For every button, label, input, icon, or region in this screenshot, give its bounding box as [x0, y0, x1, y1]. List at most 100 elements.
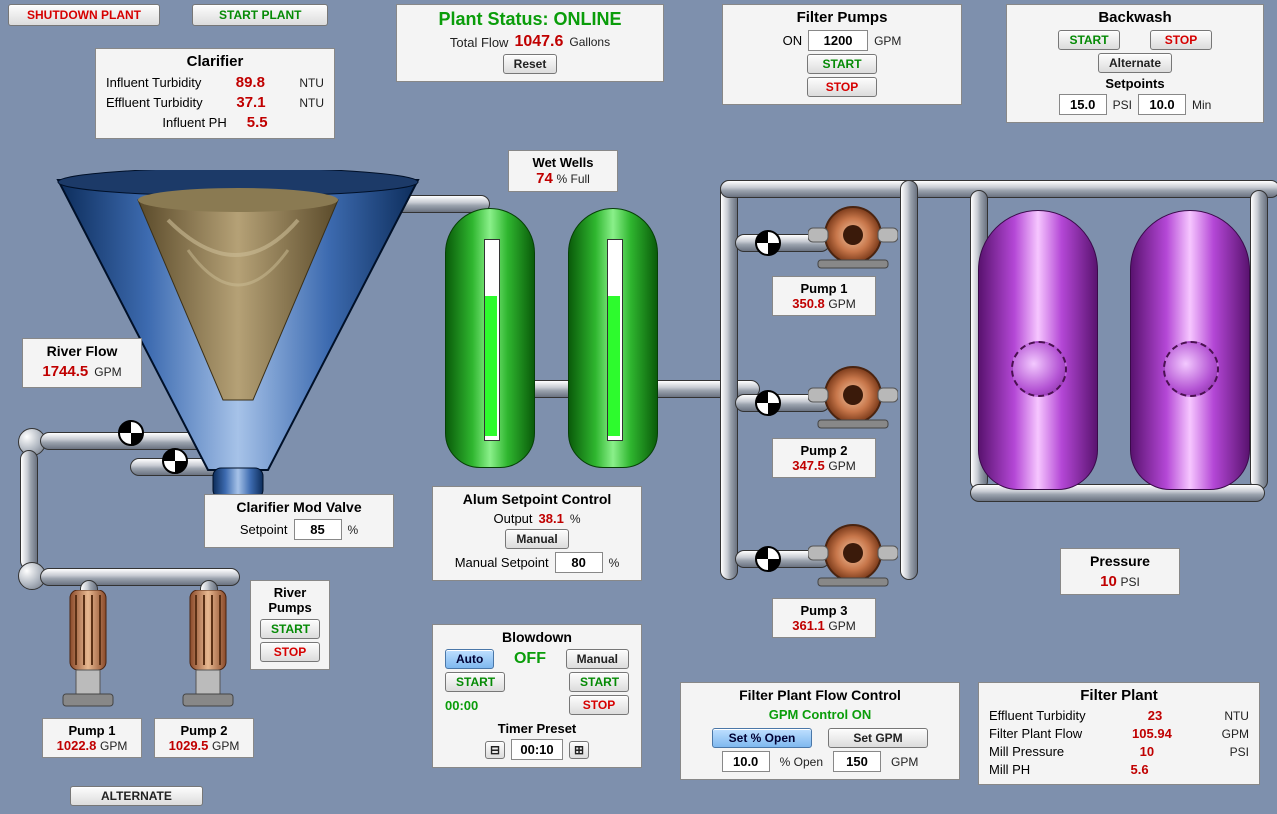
pump2-value: 347.5: [792, 458, 825, 473]
alum-output-label: Output: [493, 511, 532, 526]
river-pumps-stop[interactable]: STOP: [260, 642, 320, 662]
pressure-panel: Pressure 10 PSI: [1060, 548, 1180, 595]
filter-pump-3-icon: [808, 518, 898, 588]
clarifier-r0-value: 89.8: [236, 74, 265, 91]
fp-stop-button[interactable]: STOP: [807, 77, 877, 97]
alum-output-unit: %: [570, 512, 581, 526]
cmv-sp-label: Setpoint: [240, 522, 288, 537]
wet-well-tank-1: [445, 208, 535, 468]
fp-r0-value: 23: [1148, 708, 1162, 723]
fp-r1-unit: GPM: [1222, 727, 1249, 741]
clarifier-r0-unit: NTU: [299, 76, 324, 90]
filter-pumps-title: Filter Pumps: [729, 9, 955, 26]
filter-pumps-panel: Filter Pumps ON GPM START STOP: [722, 4, 962, 105]
river-flow-value: 1744.5: [42, 363, 88, 380]
river-flow-unit: GPM: [94, 365, 121, 379]
backwash-stop[interactable]: STOP: [1150, 30, 1212, 50]
fp-r0-unit: NTU: [1224, 709, 1249, 723]
plant-status-text: Plant Status: ONLINE: [403, 9, 657, 30]
plant-status-panel: Plant Status: ONLINE Total Flow 1047.6 G…: [396, 4, 664, 82]
fp-on-input[interactable]: [808, 30, 868, 51]
shutdown-plant-button[interactable]: SHUTDOWN PLANT: [8, 4, 160, 26]
pump3-label: Pump 3: [779, 603, 869, 618]
alum-msp-input[interactable]: [555, 552, 603, 573]
alum-title: Alum Setpoint Control: [439, 491, 635, 507]
alum-output: 38.1: [539, 511, 564, 526]
pump3-panel: Pump 3 361.1 GPM: [772, 598, 876, 638]
blowdown-start-left[interactable]: START: [445, 672, 505, 692]
fc-open-input[interactable]: [722, 751, 770, 772]
flow-control-panel: Filter Plant Flow Control GPM Control ON…: [680, 682, 960, 780]
pressure-value: 10: [1100, 573, 1117, 590]
clarifier-title: Clarifier: [102, 53, 328, 70]
backwash-sp-label: Setpoints: [1013, 76, 1257, 91]
fc-set-open[interactable]: Set % Open: [712, 728, 812, 748]
clarifier-r1-label: Effluent Turbidity: [106, 95, 203, 110]
river-pumps-panel: River Pumps START STOP: [250, 580, 330, 670]
pump2-label: Pump 2: [779, 443, 869, 458]
reset-button[interactable]: Reset: [503, 54, 558, 74]
river-pumps-start[interactable]: START: [260, 619, 320, 639]
river-pump-1-value: 1022.8: [57, 738, 97, 753]
blowdown-auto-button[interactable]: Auto: [445, 649, 494, 669]
blowdown-title: Blowdown: [439, 629, 635, 645]
backwash-title: Backwash: [1013, 9, 1257, 26]
pipe: [20, 450, 38, 570]
filter-vessel-1: [978, 210, 1098, 490]
fp-r2-label: Mill Pressure: [989, 744, 1064, 759]
porthole-icon: [1163, 341, 1219, 397]
wet-wells-title: Wet Wells: [515, 155, 611, 170]
backwash-alternate[interactable]: Alternate: [1098, 53, 1172, 73]
fp-r0-label: Effluent Turbidity: [989, 708, 1086, 723]
blowdown-timer: 00:00: [445, 698, 478, 713]
blowdown-stop[interactable]: STOP: [569, 695, 629, 715]
cmv-sp-input[interactable]: [294, 519, 342, 540]
filter-plant-panel: Filter Plant Effluent Turbidity 23 NTU Fil…: [978, 682, 1260, 785]
fc-title: Filter Plant Flow Control: [687, 687, 953, 703]
fc-set-gpm[interactable]: Set GPM: [828, 728, 928, 748]
fc-open-unit: % Open: [780, 755, 823, 769]
alternate-button[interactable]: ALTERNATE: [70, 786, 203, 806]
blowdown-preset-label: Timer Preset: [439, 721, 635, 736]
fp-start-button[interactable]: START: [807, 54, 877, 74]
fc-gpm-input[interactable]: [833, 751, 881, 772]
blowdown-manual-button[interactable]: Manual: [566, 649, 629, 669]
river-flow-panel: River Flow 1744.5GPM: [22, 338, 142, 388]
fp-r3-value: 5.6: [1131, 762, 1149, 777]
cmv-unit: %: [348, 523, 359, 537]
cmv-title: Clarifier Mod Valve: [211, 499, 387, 515]
pump1-label: Pump 1: [779, 281, 869, 296]
river-pump-1-panel: Pump 1 1022.8 GPM: [42, 718, 142, 758]
start-plant-button[interactable]: START PLANT: [192, 4, 328, 26]
backwash-min-unit: Min: [1192, 98, 1211, 112]
backwash-start[interactable]: START: [1058, 30, 1120, 50]
blowdown-panel: Blowdown Auto OFF Manual START START 00:…: [432, 624, 642, 768]
backwash-min-input[interactable]: [1138, 94, 1186, 115]
river-pump-1-unit: GPM: [100, 739, 127, 753]
pipe: [900, 180, 918, 580]
timer-dec-button[interactable]: ⊟: [485, 741, 505, 759]
clarifier-r1-unit: NTU: [299, 96, 324, 110]
fp-r1-label: Filter Plant Flow: [989, 726, 1082, 741]
fc-gpm-unit: GPM: [891, 755, 918, 769]
river-pumps-title: River Pumps: [257, 585, 323, 615]
river-pump-2-label: Pump 2: [161, 723, 247, 738]
total-flow-label: Total Flow: [450, 35, 509, 50]
backwash-psi-input[interactable]: [1059, 94, 1107, 115]
fp-r2-unit: PSI: [1230, 745, 1249, 759]
wet-wells-unit: % Full: [556, 172, 589, 186]
clarifier-r0-label: Influent Turbidity: [106, 75, 201, 90]
alum-manual-button[interactable]: Manual: [505, 529, 568, 549]
wet-wells-value: 74: [536, 170, 553, 187]
alum-msp-unit: %: [609, 556, 620, 570]
backwash-psi-unit: PSI: [1113, 98, 1132, 112]
fp-r1-value: 105.94: [1132, 726, 1172, 741]
timer-inc-button[interactable]: ⊞: [569, 741, 589, 759]
blowdown-start-right[interactable]: START: [569, 672, 629, 692]
pipe: [720, 180, 1277, 198]
total-flow-value: 1047.6: [514, 33, 563, 51]
clarifier-mod-valve-panel: Clarifier Mod Valve Setpoint %: [204, 494, 394, 548]
filter-plant-title: Filter Plant: [985, 687, 1253, 704]
blowdown-preset-input[interactable]: [511, 739, 563, 760]
valve-icon: [755, 546, 781, 572]
